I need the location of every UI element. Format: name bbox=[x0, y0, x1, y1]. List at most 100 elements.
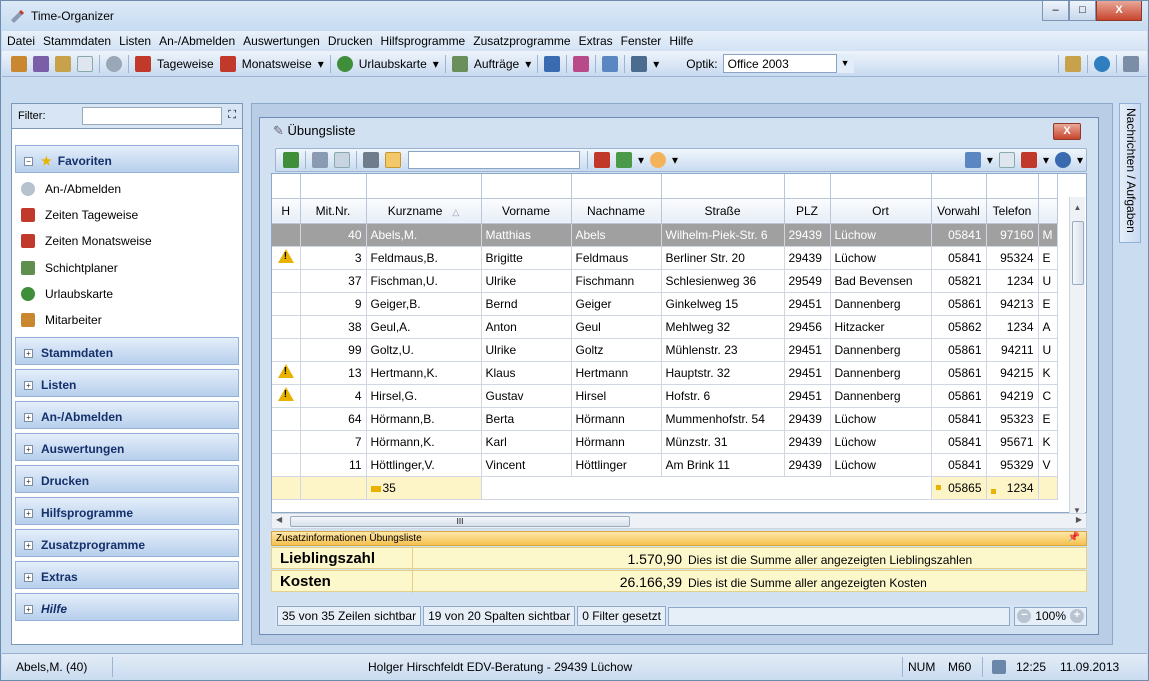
col-header-plz[interactable]: PLZ bbox=[784, 198, 831, 224]
cell-vor[interactable]: Vincent bbox=[481, 453, 572, 477]
table-row[interactable]: 3Feldmaus,B.BrigitteFeldmausBerliner Str… bbox=[272, 246, 1058, 270]
cell-str[interactable]: Ginkelweg 15 bbox=[661, 292, 785, 316]
cell-ort[interactable]: Lüchow bbox=[830, 407, 932, 431]
scroll-up-icon[interactable]: ▲ bbox=[1070, 203, 1085, 212]
clear-filter-icon[interactable] bbox=[594, 152, 610, 168]
document-icon[interactable] bbox=[77, 55, 93, 72]
add-icon[interactable] bbox=[616, 152, 632, 168]
chevron-down-icon[interactable]: ▾ bbox=[653, 57, 659, 71]
cell-x[interactable]: M bbox=[1038, 223, 1058, 247]
import-icon[interactable] bbox=[1020, 152, 1037, 168]
cell-vw[interactable]: 05861 bbox=[931, 292, 987, 316]
group-drucken[interactable]: + Drucken bbox=[15, 465, 239, 493]
cell-nach[interactable]: Höttlinger bbox=[571, 453, 662, 477]
table-row[interactable]: 38 Geul,A. Anton Geul Mehlweg 32 29456 Hitzack… bbox=[272, 315, 1058, 339]
expand-icon[interactable]: + bbox=[24, 413, 33, 422]
cell-vw[interactable]: 05861 bbox=[931, 384, 987, 408]
cell-nr[interactable]: 37 bbox=[300, 269, 367, 293]
cell-str[interactable]: Mummenhofstr. 54 bbox=[661, 407, 785, 431]
cell-nr[interactable]: 3 bbox=[300, 246, 367, 270]
filter-cell[interactable] bbox=[830, 174, 932, 199]
help-icon[interactable] bbox=[1054, 152, 1071, 168]
fav-item-zeiten-tageweise[interactable]: Zeiten Tageweise bbox=[21, 205, 138, 225]
cell-tel[interactable]: 94211 bbox=[986, 338, 1039, 362]
cell-str[interactable]: Am Brink 11 bbox=[661, 453, 785, 477]
cell-x[interactable]: A bbox=[1038, 315, 1058, 339]
horizontal-scroll-thumb[interactable]: III bbox=[290, 516, 630, 527]
tools-icon[interactable] bbox=[55, 55, 71, 72]
cell-vor[interactable]: Matthias bbox=[481, 223, 572, 247]
cell-ort[interactable]: Lüchow bbox=[830, 246, 932, 270]
cell-kurz[interactable]: Geul,A. bbox=[366, 315, 482, 339]
chevron-down-icon[interactable]: ▾ bbox=[1077, 153, 1083, 167]
cell-x[interactable]: K bbox=[1038, 430, 1058, 454]
menu-drucken[interactable]: Drucken bbox=[323, 31, 376, 48]
table-row[interactable]: 64 Hörmann,B. Berta Hörmann Mummenhofstr. 54… bbox=[272, 407, 1058, 431]
group-auswertungen[interactable]: + Auswertungen bbox=[15, 433, 239, 461]
menu-listen[interactable]: Listen bbox=[114, 31, 154, 48]
cell-kurz[interactable]: Hertmann,K. bbox=[366, 361, 482, 385]
minimize-button[interactable]: – bbox=[1042, 1, 1069, 21]
monatsweise-button[interactable]: Monatsweise bbox=[242, 57, 312, 71]
zoom-in-icon[interactable]: + bbox=[1070, 609, 1084, 623]
cell-vor[interactable]: Ulrike bbox=[481, 269, 572, 293]
auftraege-icon[interactable] bbox=[451, 55, 468, 72]
cell-plz[interactable]: 29451 bbox=[784, 338, 831, 362]
cell-plz[interactable]: 29451 bbox=[784, 292, 831, 316]
table-row[interactable]: 7 Hörmann,K. Karl Hörmann Münzstr. 31 29439 Lü… bbox=[272, 430, 1058, 454]
child-close-button[interactable]: X bbox=[1053, 123, 1081, 140]
cell-ort[interactable]: Lüchow bbox=[830, 223, 932, 247]
group-hilfe[interactable]: + Hilfe bbox=[15, 593, 239, 621]
scroll-right-icon[interactable]: ▶ bbox=[1076, 515, 1082, 524]
exit-icon[interactable] bbox=[1123, 55, 1139, 72]
filter-cell[interactable] bbox=[571, 174, 662, 199]
tageweise-icon[interactable] bbox=[135, 55, 151, 72]
cell-str[interactable]: Mühlenstr. 23 bbox=[661, 338, 785, 362]
cell-str[interactable]: Hauptstr. 32 bbox=[661, 361, 785, 385]
fav-item-mitarbeiter[interactable]: Mitarbeiter bbox=[21, 310, 102, 330]
cell-str[interactable]: Schlesienweg 36 bbox=[661, 269, 785, 293]
cell-str[interactable]: Wilhelm-Piek-Str. 6 bbox=[661, 223, 785, 247]
cell-vw[interactable]: 05862 bbox=[931, 315, 987, 339]
expand-icon[interactable]: + bbox=[24, 445, 33, 454]
cell-plz[interactable]: 29456 bbox=[784, 315, 831, 339]
contacts-icon[interactable] bbox=[544, 55, 561, 72]
export-icon[interactable] bbox=[964, 152, 981, 168]
filter-cell[interactable] bbox=[661, 174, 785, 199]
auftraege-button[interactable]: Aufträge bbox=[474, 57, 519, 71]
cell-nr[interactable]: 64 bbox=[300, 407, 367, 431]
close-button[interactable]: X bbox=[1096, 1, 1142, 21]
filter-cell[interactable] bbox=[300, 174, 367, 199]
cell-kurz[interactable]: Hörmann,B. bbox=[366, 407, 482, 431]
expand-icon[interactable]: + bbox=[24, 477, 33, 486]
urlaubskarte-button[interactable]: Urlaubskarte bbox=[359, 57, 427, 71]
cell-kurz[interactable]: Fischman,U. bbox=[366, 269, 482, 293]
edit-icon[interactable] bbox=[363, 152, 379, 168]
menu-stammdaten[interactable]: Stammdaten bbox=[38, 31, 114, 48]
cell-nach[interactable]: Hirsel bbox=[571, 384, 662, 408]
cell-ort[interactable]: Dannenberg bbox=[830, 338, 932, 362]
excel-icon[interactable] bbox=[283, 152, 299, 168]
cell-vor[interactable]: Gustav bbox=[481, 384, 572, 408]
cell-nach[interactable]: Goltz bbox=[571, 338, 662, 362]
scroll-left-icon[interactable]: ◀ bbox=[276, 515, 282, 524]
cell-kurz[interactable]: Goltz,U. bbox=[366, 338, 482, 362]
chevron-down-icon[interactable]: ▼ bbox=[835, 54, 854, 73]
filter-cell[interactable] bbox=[986, 174, 1039, 199]
cell-nach[interactable]: Geiger bbox=[571, 292, 662, 316]
table-row[interactable]: 40 Abels,M. Matthias Abels Wilhelm-Piek-Str.… bbox=[272, 223, 1058, 247]
cell-tel[interactable]: 95329 bbox=[986, 453, 1039, 477]
fav-item-schichtplaner[interactable]: Schichtplaner bbox=[21, 258, 118, 278]
filter-cell[interactable] bbox=[366, 174, 482, 199]
cell-tel[interactable]: 95323 bbox=[986, 407, 1039, 431]
cell-tel[interactable]: 1234 bbox=[986, 269, 1039, 293]
menu-hilfsprogramme[interactable]: Hilfsprogramme bbox=[376, 31, 469, 48]
cell-x[interactable]: U bbox=[1038, 338, 1058, 362]
menu-fenster[interactable]: Fenster bbox=[616, 31, 665, 48]
cell-nach[interactable]: Hertmann bbox=[571, 361, 662, 385]
list-search-input[interactable] bbox=[408, 151, 580, 169]
filter-input[interactable] bbox=[82, 107, 222, 125]
cell-vw[interactable]: 05821 bbox=[931, 269, 987, 293]
cell-x[interactable]: E bbox=[1038, 246, 1058, 270]
col-header-kurzname[interactable]: Kurzname △ bbox=[366, 198, 482, 224]
